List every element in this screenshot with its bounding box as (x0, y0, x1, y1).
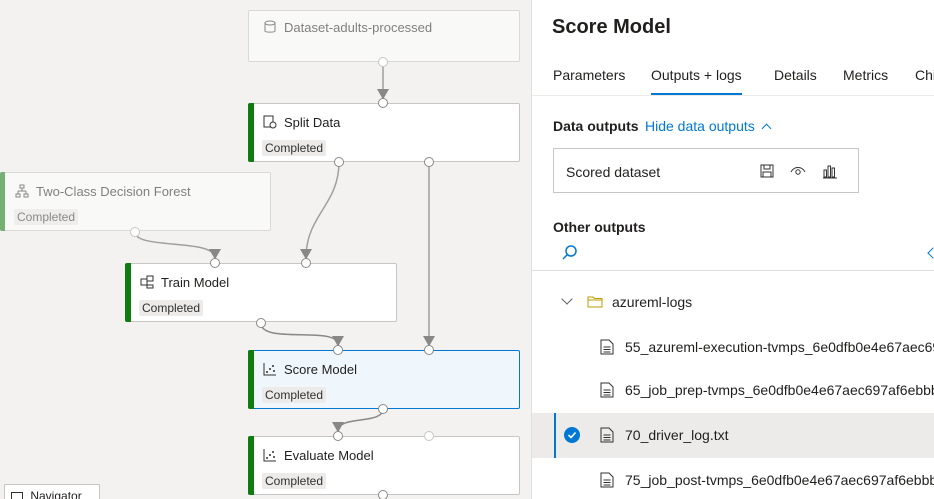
tab-parameters[interactable]: Parameters (553, 67, 625, 93)
port-out-dataset[interactable] (378, 57, 388, 67)
details-panel: Score Model Parameters Outputs + logs De… (531, 0, 934, 499)
port-out-score[interactable] (378, 404, 388, 414)
pipeline-canvas[interactable]: Dataset-adults-processed Split Data Comp… (0, 0, 531, 499)
port-in-train-1[interactable] (210, 258, 220, 268)
status-bar (248, 103, 254, 162)
train-icon (140, 275, 154, 289)
tree-file-row[interactable]: 65_job_prep-tvmps_6e0dfb0e4e67aec697af6e… (532, 368, 934, 413)
node-train-model[interactable]: Train Model Completed (125, 263, 397, 322)
port-in-train-2[interactable] (301, 258, 311, 268)
navigator-label: Navigator (30, 489, 82, 499)
node-title: Dataset-adults-processed (284, 20, 433, 35)
scored-dataset-label: Scored dataset (566, 164, 661, 180)
status-badge: Completed (262, 140, 327, 156)
port-out-split-1[interactable] (334, 157, 344, 167)
checkmark-icon[interactable] (564, 427, 580, 443)
file-icon (600, 339, 614, 355)
tab-outputs-logs[interactable]: Outputs + logs (651, 67, 742, 95)
scored-dataset-card: Scored dataset (553, 148, 859, 193)
status-badge: Completed (14, 209, 79, 225)
tree-file-row[interactable]: 55_azureml-execution-tvmps_6e0dfb0e4e67a… (532, 325, 934, 370)
tree-folder-azureml-logs[interactable]: azureml-logs (532, 280, 934, 325)
file-name: 75_job_post-tvmps_6e0dfb0e4e67aec697af6e… (625, 472, 934, 488)
tree-file-row[interactable]: 75_job_post-tvmps_6e0dfb0e4e67aec697af6e… (532, 458, 934, 499)
hide-data-outputs-text: Hide data outputs (645, 118, 755, 134)
scatter-icon (263, 362, 277, 376)
selection-indicator (554, 413, 556, 458)
port-in-score-1[interactable] (333, 345, 343, 355)
file-icon (600, 427, 614, 443)
file-icon (600, 382, 614, 398)
port-out-split-2[interactable] (424, 157, 434, 167)
file-name: 70_driver_log.txt (625, 427, 729, 443)
port-out-forest[interactable] (130, 227, 140, 237)
node-title: Two-Class Decision Forest (36, 184, 191, 199)
file-name: 65_job_prep-tvmps_6e0dfb0e4e67aec697af6e… (625, 382, 934, 398)
edge-split-train (300, 161, 340, 260)
node-decision-forest[interactable]: Two-Class Decision Forest Completed (0, 172, 271, 231)
port-in-score-2[interactable] (424, 345, 434, 355)
edge-forest-train (134, 231, 221, 260)
status-bar (125, 263, 131, 322)
node-evaluate-model[interactable]: Evaluate Model Completed (248, 436, 520, 495)
save-icon[interactable] (759, 163, 775, 179)
hide-data-outputs-link[interactable]: Hide data outputs (645, 118, 772, 134)
node-title: Score Model (284, 362, 357, 377)
tab-details[interactable]: Details (774, 67, 817, 93)
visualize-icon[interactable] (822, 163, 838, 179)
node-title: Split Data (284, 115, 341, 130)
folder-icon (587, 294, 603, 310)
node-title: Evaluate Model (284, 448, 374, 463)
node-dataset[interactable]: Dataset-adults-processed (248, 10, 520, 62)
port-out-evaluate[interactable] (378, 490, 388, 499)
status-badge: Completed (262, 473, 327, 489)
status-bar (0, 172, 5, 231)
split-data-icon (263, 115, 277, 129)
navigator-button[interactable]: Navigator (4, 484, 100, 499)
chevron-down-icon[interactable] (561, 293, 573, 305)
tree-icon (15, 184, 29, 198)
chevron-left-icon[interactable] (927, 247, 934, 259)
edge-score-evaluate (332, 408, 384, 433)
navigator-icon (11, 492, 23, 499)
port-in-evaluate-1[interactable] (333, 431, 343, 441)
port-out-train[interactable] (256, 318, 266, 328)
status-badge: Completed (262, 387, 327, 403)
node-title: Train Model (161, 275, 230, 290)
tree-file-row-selected[interactable]: 70_driver_log.txt (532, 413, 934, 458)
port-in-evaluate-2[interactable] (424, 431, 434, 441)
preview-icon[interactable] (790, 163, 806, 179)
pipeline-edges (134, 62, 435, 433)
outputs-search[interactable] (532, 241, 934, 271)
tab-bar: Parameters Outputs + logs Details Metric… (532, 58, 934, 96)
scatter-icon (263, 448, 277, 462)
panel-title: Score Model (552, 16, 671, 38)
port-in-split[interactable] (378, 98, 388, 108)
status-bar (248, 350, 254, 409)
edge-train-score (260, 322, 344, 347)
file-icon (600, 472, 614, 488)
node-split-data[interactable]: Split Data Completed (248, 103, 520, 162)
database-icon (263, 20, 277, 34)
status-badge: Completed (139, 300, 204, 316)
node-score-model[interactable]: Score Model Completed (248, 350, 520, 409)
chevron-up-icon (761, 123, 772, 134)
folder-name: azureml-logs (612, 294, 693, 310)
tab-metrics[interactable]: Metrics (843, 67, 888, 93)
status-bar (248, 436, 254, 495)
file-name: 55_azureml-execution-tvmps_6e0dfb0e4e67a… (625, 339, 934, 355)
other-outputs-label: Other outputs (553, 219, 646, 235)
tab-child-runs[interactable]: Child runs (915, 67, 934, 93)
search-icon (561, 244, 579, 267)
data-outputs-label: Data outputs (553, 118, 639, 134)
